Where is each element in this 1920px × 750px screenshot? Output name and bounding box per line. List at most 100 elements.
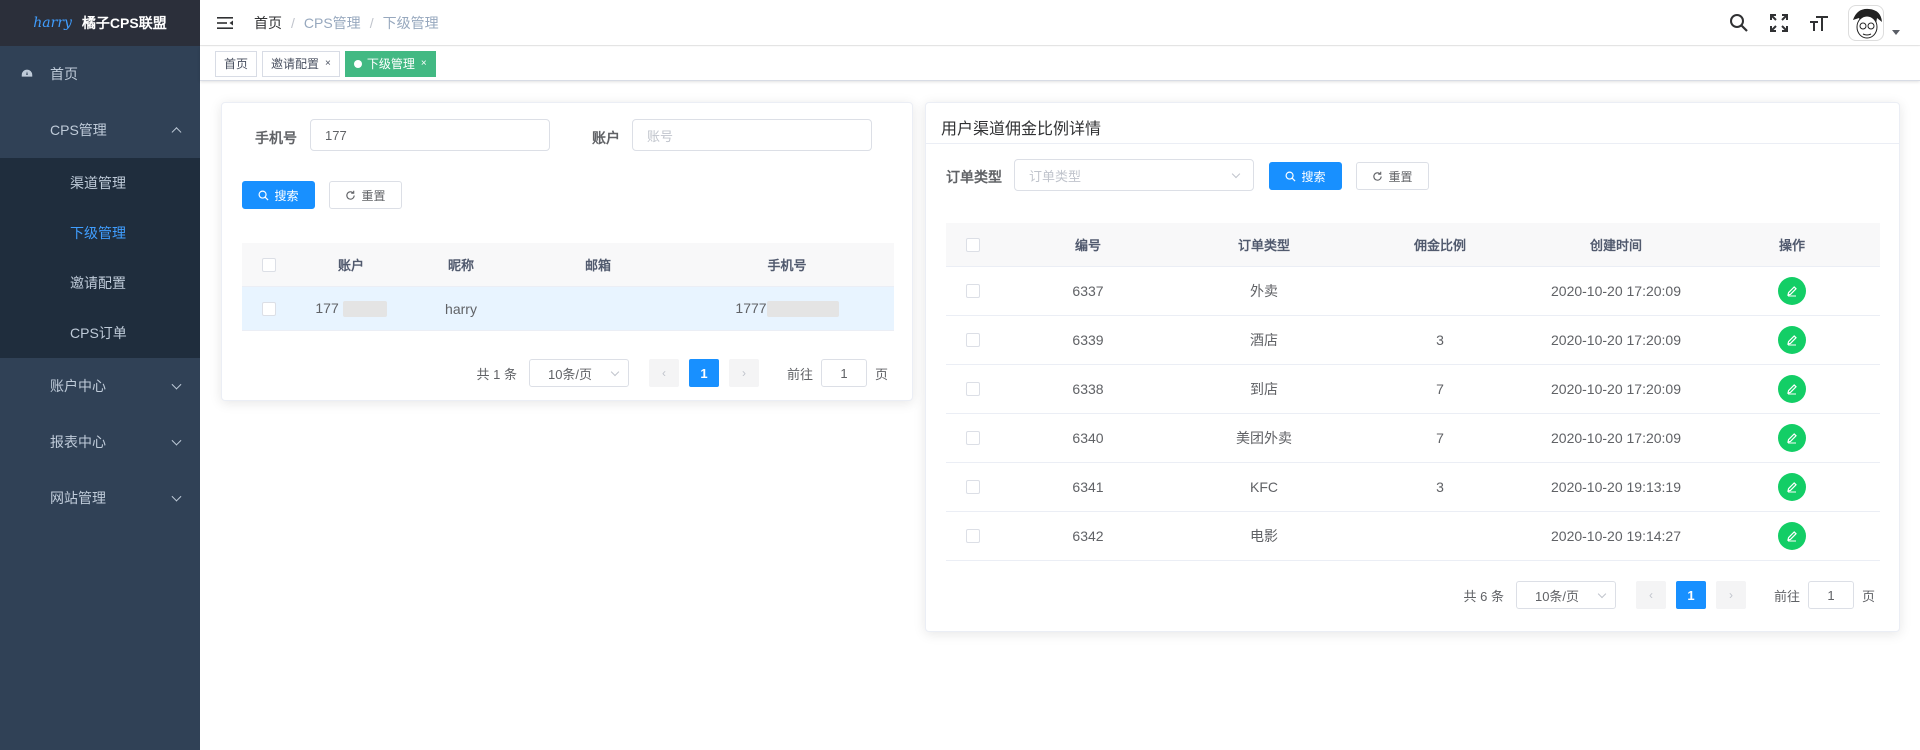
edit-button[interactable] (1778, 277, 1806, 305)
sidebar-item-cps-orders[interactable]: CPS订单 (0, 308, 200, 358)
row-select-cell (946, 284, 1000, 298)
table-row[interactable]: 6338 到店 7 2020-10-20 17:20:09 (946, 365, 1880, 414)
caret-down-icon[interactable] (1892, 29, 1900, 35)
sidebar-item-reports[interactable]: 报表中心 (0, 414, 200, 470)
reset-button-label: 重置 (361, 188, 386, 203)
chevron-down-icon (610, 367, 620, 377)
row-checkbox[interactable] (966, 284, 980, 298)
close-icon[interactable]: × (421, 58, 427, 69)
search-icon (1285, 171, 1296, 182)
table-row[interactable]: 6342 电影 2020-10-20 19:14:27 (946, 512, 1880, 561)
tag-home[interactable]: 首页 (215, 50, 258, 77)
row-checkbox[interactable] (966, 431, 980, 445)
next-page-button[interactable]: › (1715, 581, 1746, 609)
sidebar-item-invite-config[interactable]: 邀请配置 (0, 258, 200, 308)
table-row[interactable]: 177 harry 1777 (242, 287, 894, 331)
sidebar-item-label: 账户中心 (50, 378, 106, 394)
active-dot-icon (353, 59, 362, 68)
tag-label: 下级管理 (366, 57, 415, 71)
row-checkbox[interactable] (966, 382, 980, 396)
table-row[interactable]: 6341 KFC 3 2020-10-20 19:13:19 (946, 463, 1880, 512)
prev-page-button[interactable]: ‹ (648, 359, 679, 387)
column-header: 操作 (1778, 238, 1805, 253)
table-body: 6337 外卖 2020-10-20 17:20:09 6339 酒店 3 2020-10-… (946, 267, 1880, 561)
edit-button[interactable] (1778, 326, 1806, 354)
row-select-cell (946, 480, 1000, 494)
tag-invite-config[interactable]: 邀请配置 × (262, 50, 340, 77)
sidebar-item-cps[interactable]: CPS管理 (0, 102, 200, 158)
sidebar-item-site-management[interactable]: 网站管理 (0, 470, 200, 526)
goto-page-input[interactable]: 1 (1807, 581, 1854, 609)
chevron-left-icon: ‹ (1648, 588, 1653, 602)
prev-page-button[interactable]: ‹ (1635, 581, 1666, 609)
chevron-down-icon (171, 491, 182, 502)
select-all-checkbox[interactable] (262, 257, 276, 272)
logo[interactable]: harry 橘子CPS联盟 (0, 0, 200, 46)
search-button[interactable]: 搜索 (242, 181, 315, 209)
ratio-cell: 7 (1436, 381, 1444, 397)
masked-value (766, 301, 839, 318)
app-title: 橘子CPS联盟 (81, 15, 167, 31)
order-type-cell: KFC (1250, 479, 1278, 495)
edit-button[interactable] (1778, 424, 1806, 452)
reset-button[interactable]: 重置 (329, 181, 402, 209)
order-type-cell: 外卖 (1250, 283, 1278, 299)
edit-icon (1787, 286, 1797, 297)
hamburger-icon[interactable] (216, 14, 234, 32)
subordinates-card: 手机号 177 账户 账号 搜索 重置 账户 昵称 邮箱 手机号 177 har… (221, 102, 913, 401)
page-size-select[interactable]: 10条/页 (1515, 581, 1616, 609)
reset-button[interactable]: 重置 (1356, 162, 1429, 190)
page-number[interactable]: 1 (688, 359, 719, 387)
edit-button[interactable] (1778, 375, 1806, 403)
created-cell: 2020-10-20 19:13:19 (1551, 479, 1681, 495)
column-header: 创建时间 (1589, 238, 1642, 253)
row-select-cell (946, 431, 1000, 445)
sidebar-item-account-center[interactable]: 账户中心 (0, 358, 200, 414)
edit-icon (1787, 384, 1797, 395)
refresh-icon (346, 190, 356, 200)
tag-subordinates[interactable]: 下级管理 × (344, 50, 436, 77)
fullscreen-icon[interactable] (1768, 12, 1790, 34)
row-checkbox[interactable] (966, 480, 980, 494)
actions-cell (1704, 522, 1880, 550)
order-type-select[interactable]: 订单类型 (1014, 159, 1254, 191)
sidebar-item-subordinates[interactable]: 下级管理 (0, 208, 200, 258)
sidebar-item-channels[interactable]: 渠道管理 (0, 158, 200, 208)
search-button[interactable]: 搜索 (1269, 162, 1342, 190)
search-icon[interactable] (1728, 12, 1750, 34)
table-row[interactable]: 6340 美团外卖 7 2020-10-20 17:20:09 (946, 414, 1880, 463)
page-size-select[interactable]: 10条/页 (528, 359, 629, 387)
row-checkbox[interactable] (262, 301, 276, 316)
font-size-icon[interactable] (1808, 12, 1830, 34)
table-row[interactable]: 6339 酒店 3 2020-10-20 17:20:09 (946, 316, 1880, 365)
sidebar-item-home[interactable]: 首页 (0, 46, 200, 102)
id-cell: 6337 (1072, 283, 1104, 299)
avatar[interactable] (1848, 5, 1884, 41)
tag-label: 首页 (224, 57, 249, 71)
account-input[interactable]: 账号 (632, 119, 872, 151)
sidebar: harry 橘子CPS联盟 首页 CPS管理 渠道管理 下级管理 邀请配置 CP… (0, 0, 200, 750)
row-checkbox[interactable] (966, 529, 980, 543)
breadcrumb-home[interactable]: 首页 (254, 13, 282, 33)
row-select-cell (946, 382, 1000, 396)
close-icon[interactable]: × (325, 58, 331, 69)
chevron-down-icon (171, 435, 182, 446)
row-select-cell (242, 301, 296, 316)
actions-cell (1704, 375, 1880, 403)
account-value: 177 (315, 299, 339, 316)
navbar-right-menu (1728, 0, 1900, 46)
page-number[interactable]: 1 (1675, 581, 1706, 609)
phone-input[interactable]: 177 (310, 119, 550, 151)
edit-button[interactable] (1778, 473, 1806, 501)
next-page-button[interactable]: › (728, 359, 759, 387)
commission-table: 编号 订单类型 佣金比例 创建时间 操作 6337 外卖 2020-10-20 17… (946, 223, 1880, 561)
select-all-checkbox[interactable] (966, 237, 980, 252)
table-row[interactable]: 6337 外卖 2020-10-20 17:20:09 (946, 267, 1880, 316)
account-cell: 177 (296, 299, 406, 318)
row-checkbox[interactable] (966, 333, 980, 347)
id-cell: 6339 (1072, 332, 1104, 348)
chevron-right-icon: › (1728, 588, 1733, 602)
edit-button[interactable] (1778, 522, 1806, 550)
breadcrumb: 首页 / CPS管理 / 下级管理 (254, 13, 439, 33)
goto-page-input[interactable]: 1 (820, 359, 867, 387)
